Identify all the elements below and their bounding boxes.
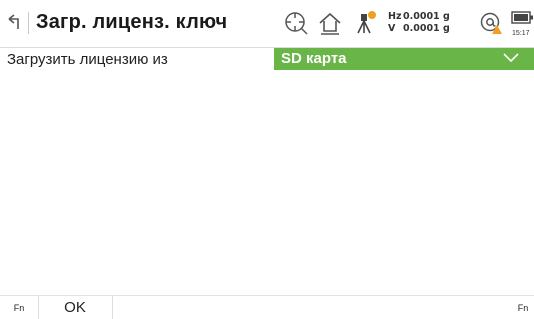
chevron-down-icon xyxy=(503,53,519,63)
hz-value: 0.0001 g xyxy=(403,11,450,22)
clock: 15:17 xyxy=(512,30,530,37)
crosshair-target-icon[interactable] xyxy=(283,10,309,36)
softkey-bar: Fn OK Fn xyxy=(0,295,534,319)
title-separator xyxy=(28,12,29,34)
ok-button[interactable]: OK xyxy=(38,296,113,319)
load-license-row: Загрузить лицензию из SD карта xyxy=(0,48,534,72)
v-value: 0.0001 g xyxy=(403,23,450,34)
fn-key-left[interactable]: Fn xyxy=(0,296,39,319)
fn-key-right[interactable]: Fn xyxy=(512,296,534,319)
back-arrow-icon[interactable] xyxy=(6,12,24,32)
at-sign-warning-icon[interactable] xyxy=(479,10,505,36)
license-source-dropdown[interactable]: SD карта xyxy=(274,48,534,70)
title-bar: Загр. лиценз. ключ Hz 0.0001 g V 0.0001 g … xyxy=(0,0,534,48)
angle-readout: Hz 0.0001 g V 0.0001 g xyxy=(388,11,450,35)
home-icon[interactable] xyxy=(317,10,343,36)
page-title: Загр. лиценз. ключ xyxy=(36,11,228,33)
instrument-tripod-icon[interactable] xyxy=(352,10,378,36)
battery-icon xyxy=(511,11,533,24)
load-license-label: Загрузить лицензию из xyxy=(7,51,168,68)
license-source-value: SD карта xyxy=(281,50,347,67)
hz-label: Hz xyxy=(388,11,402,22)
v-label: V xyxy=(388,23,396,34)
